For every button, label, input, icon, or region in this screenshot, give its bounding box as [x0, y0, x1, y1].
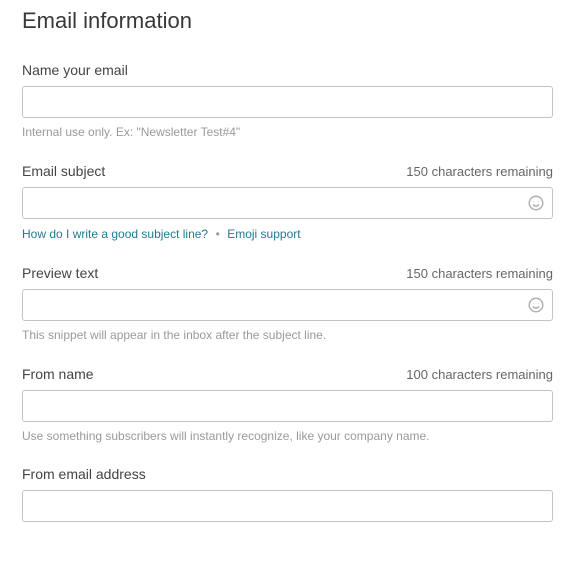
- field-from-name: From name 100 characters remaining Use s…: [22, 366, 553, 445]
- page-title: Email information: [22, 8, 553, 34]
- from-name-label: From name: [22, 366, 94, 382]
- from-name-char-remaining: 100 characters remaining: [406, 367, 553, 382]
- link-separator: •: [216, 227, 220, 241]
- emoji-picker-icon[interactable]: [527, 194, 545, 212]
- field-name-your-email: Name your email Internal use only. Ex: "…: [22, 62, 553, 141]
- field-from-email: From email address: [22, 466, 553, 522]
- subject-input[interactable]: [22, 187, 553, 219]
- name-label: Name your email: [22, 62, 128, 78]
- name-input[interactable]: [22, 86, 553, 118]
- field-preview-text: Preview text 150 characters remaining Th…: [22, 265, 553, 344]
- from-name-hint: Use something subscribers will instantly…: [22, 428, 553, 445]
- subject-char-remaining: 150 characters remaining: [406, 164, 553, 179]
- emoji-support-link[interactable]: Emoji support: [227, 227, 300, 241]
- preview-hint: This snippet will appear in the inbox af…: [22, 327, 553, 344]
- subject-help-link[interactable]: How do I write a good subject line?: [22, 227, 208, 241]
- preview-label: Preview text: [22, 265, 98, 281]
- preview-input[interactable]: [22, 289, 553, 321]
- subject-label: Email subject: [22, 163, 105, 179]
- name-hint: Internal use only. Ex: "Newsletter Test#…: [22, 124, 553, 141]
- from-email-label: From email address: [22, 466, 146, 482]
- from-email-input[interactable]: [22, 490, 553, 522]
- preview-char-remaining: 150 characters remaining: [406, 266, 553, 281]
- field-email-subject: Email subject 150 characters remaining H…: [22, 163, 553, 243]
- from-name-input[interactable]: [22, 390, 553, 422]
- emoji-picker-icon[interactable]: [527, 296, 545, 314]
